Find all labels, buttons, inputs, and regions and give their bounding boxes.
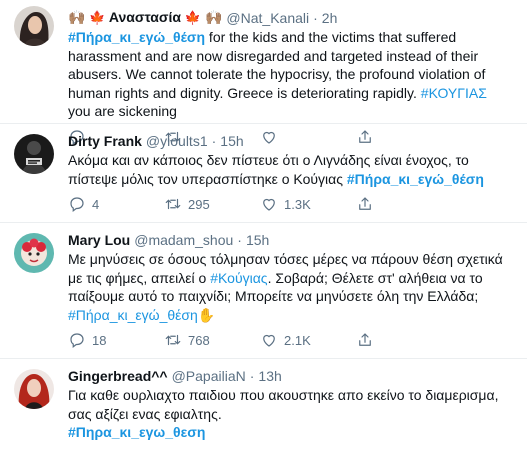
reply-icon bbox=[70, 197, 84, 212]
retweet-icon bbox=[165, 198, 181, 210]
hashtag-link[interactable]: #Κούγιας bbox=[210, 270, 267, 286]
display-name-text: Αναστασία bbox=[108, 9, 181, 25]
share-button[interactable] bbox=[356, 195, 374, 213]
user-handle[interactable]: @madam_shou bbox=[134, 231, 233, 249]
tweet-text: Με μηνύσεις σε όσους τόλμησαν τόσες μέρε… bbox=[68, 250, 515, 324]
tweet-actions: 4 295 1.3K bbox=[68, 188, 515, 220]
tweet-actions: 18 768 2.1K bbox=[68, 324, 515, 356]
retweet-count: 768 bbox=[188, 332, 210, 348]
reply-button[interactable]: 18 bbox=[68, 331, 164, 349]
share-icon bbox=[359, 197, 371, 210]
reply-count: 18 bbox=[92, 332, 107, 348]
tweet-text: Ακόμα και αν κάποιος δεν πίστευε ότι ο Λ… bbox=[68, 151, 515, 188]
hashtag-link[interactable]: #ΚΟΥΓΙΑΣ bbox=[421, 85, 487, 101]
user-handle[interactable]: @yioults1 bbox=[146, 132, 208, 150]
timeline-feed: 🙌🏽 🍁 Αναστασία 🍁 🙌🏽 @Nat_Kanali · 2h #Πή… bbox=[0, 0, 527, 450]
retweet-count: 295 bbox=[188, 196, 210, 212]
user-handle[interactable]: @Nat_Kanali bbox=[226, 9, 309, 27]
maple-leaf-emoji: 🍁 bbox=[184, 10, 202, 25]
display-name[interactable]: 🙌🏽 🍁 Αναστασία 🍁 🙌🏽 bbox=[68, 8, 222, 27]
like-count: 1.3K bbox=[284, 196, 311, 212]
tweet-header: Gingerbread^^ @PapailiaN · 13h bbox=[68, 367, 515, 385]
reply-icon bbox=[70, 333, 84, 348]
reply-count: 4 bbox=[92, 196, 100, 212]
tweet-text-segment: you are sickening bbox=[68, 103, 177, 119]
like-button[interactable]: 2.1K bbox=[260, 331, 356, 349]
tweet-header: Dirty Frank @yioults1 · 15h bbox=[68, 132, 515, 150]
reply-button[interactable]: 4 bbox=[68, 195, 164, 213]
retweet-button[interactable]: 295 bbox=[164, 195, 260, 213]
maple-leaf-emoji: 🍁 bbox=[89, 10, 106, 25]
separator-dot: · bbox=[211, 133, 217, 149]
separator-dot: · bbox=[237, 232, 242, 248]
tweet[interactable]: 🙌🏽 🍁 Αναστασία 🍁 🙌🏽 @Nat_Kanali · 2h #Πή… bbox=[0, 0, 527, 145]
display-name[interactable]: Mary Lou bbox=[68, 231, 130, 249]
like-count: 2.1K bbox=[284, 332, 311, 348]
avatar[interactable] bbox=[14, 6, 54, 46]
separator-dot: · bbox=[313, 9, 318, 26]
raised-hands-emoji: 🙌🏽 bbox=[68, 9, 86, 25]
share-button[interactable] bbox=[356, 331, 374, 349]
like-button[interactable]: 1.3K bbox=[260, 195, 356, 213]
separator-dot: · bbox=[249, 368, 255, 384]
tweet[interactable]: Gingerbread^^ @PapailiaN · 13h Για καθε … bbox=[0, 359, 527, 450]
tweet-header: Mary Lou @madam_shou · 15h bbox=[68, 231, 515, 249]
hashtag-link[interactable]: #Πηρα_κι_εγω_θεση bbox=[68, 424, 205, 440]
tweet-header: 🙌🏽 🍁 Αναστασία 🍁 🙌🏽 @Nat_Kanali · 2h bbox=[68, 8, 515, 27]
retweet-button[interactable]: 768 bbox=[164, 331, 260, 349]
avatar[interactable] bbox=[14, 369, 54, 409]
user-handle[interactable]: @PapailiaN bbox=[172, 367, 246, 385]
tweet[interactable]: Dirty Frank @yioults1 · 15h Ακόμα και αν… bbox=[0, 124, 527, 223]
tweet-time[interactable]: 13h bbox=[258, 367, 281, 385]
display-name[interactable]: Dirty Frank bbox=[68, 132, 142, 150]
hashtag-link[interactable]: #Πήρα_κι_εγώ_θέση bbox=[347, 171, 484, 187]
raised-hands-emoji: 🙌🏽 bbox=[204, 9, 223, 25]
like-icon bbox=[263, 334, 275, 347]
tweet[interactable]: Mary Lou @madam_shou · 15h Με μηνύσεις σ… bbox=[0, 223, 527, 359]
display-name[interactable]: Gingerbread^^ bbox=[68, 367, 168, 385]
like-icon bbox=[263, 198, 275, 211]
raised-hand-emoji: ✋ bbox=[197, 306, 216, 323]
tweet-time[interactable]: 15h bbox=[246, 231, 269, 249]
hashtag-link[interactable]: #Πήρα_κι_εγώ_θέση bbox=[68, 29, 205, 45]
hashtag-link[interactable]: #Πήρα_κι_εγώ_θέση bbox=[68, 307, 198, 323]
tweet-text: Για καθε ουρλιαχτο παιδιου που ακουστηκε… bbox=[68, 386, 515, 442]
share-icon bbox=[359, 333, 371, 346]
avatar[interactable] bbox=[14, 233, 54, 273]
tweet-text-segment: Για καθε ουρλιαχτο παιδιου που ακουστηκε… bbox=[68, 387, 499, 422]
tweet-text: #Πήρα_κι_εγώ_θέση for the kids and the v… bbox=[68, 28, 515, 121]
retweet-icon bbox=[165, 334, 181, 346]
avatar[interactable] bbox=[14, 134, 54, 174]
tweet-time[interactable]: 15h bbox=[220, 132, 243, 150]
tweet-time[interactable]: 2h bbox=[322, 9, 338, 27]
